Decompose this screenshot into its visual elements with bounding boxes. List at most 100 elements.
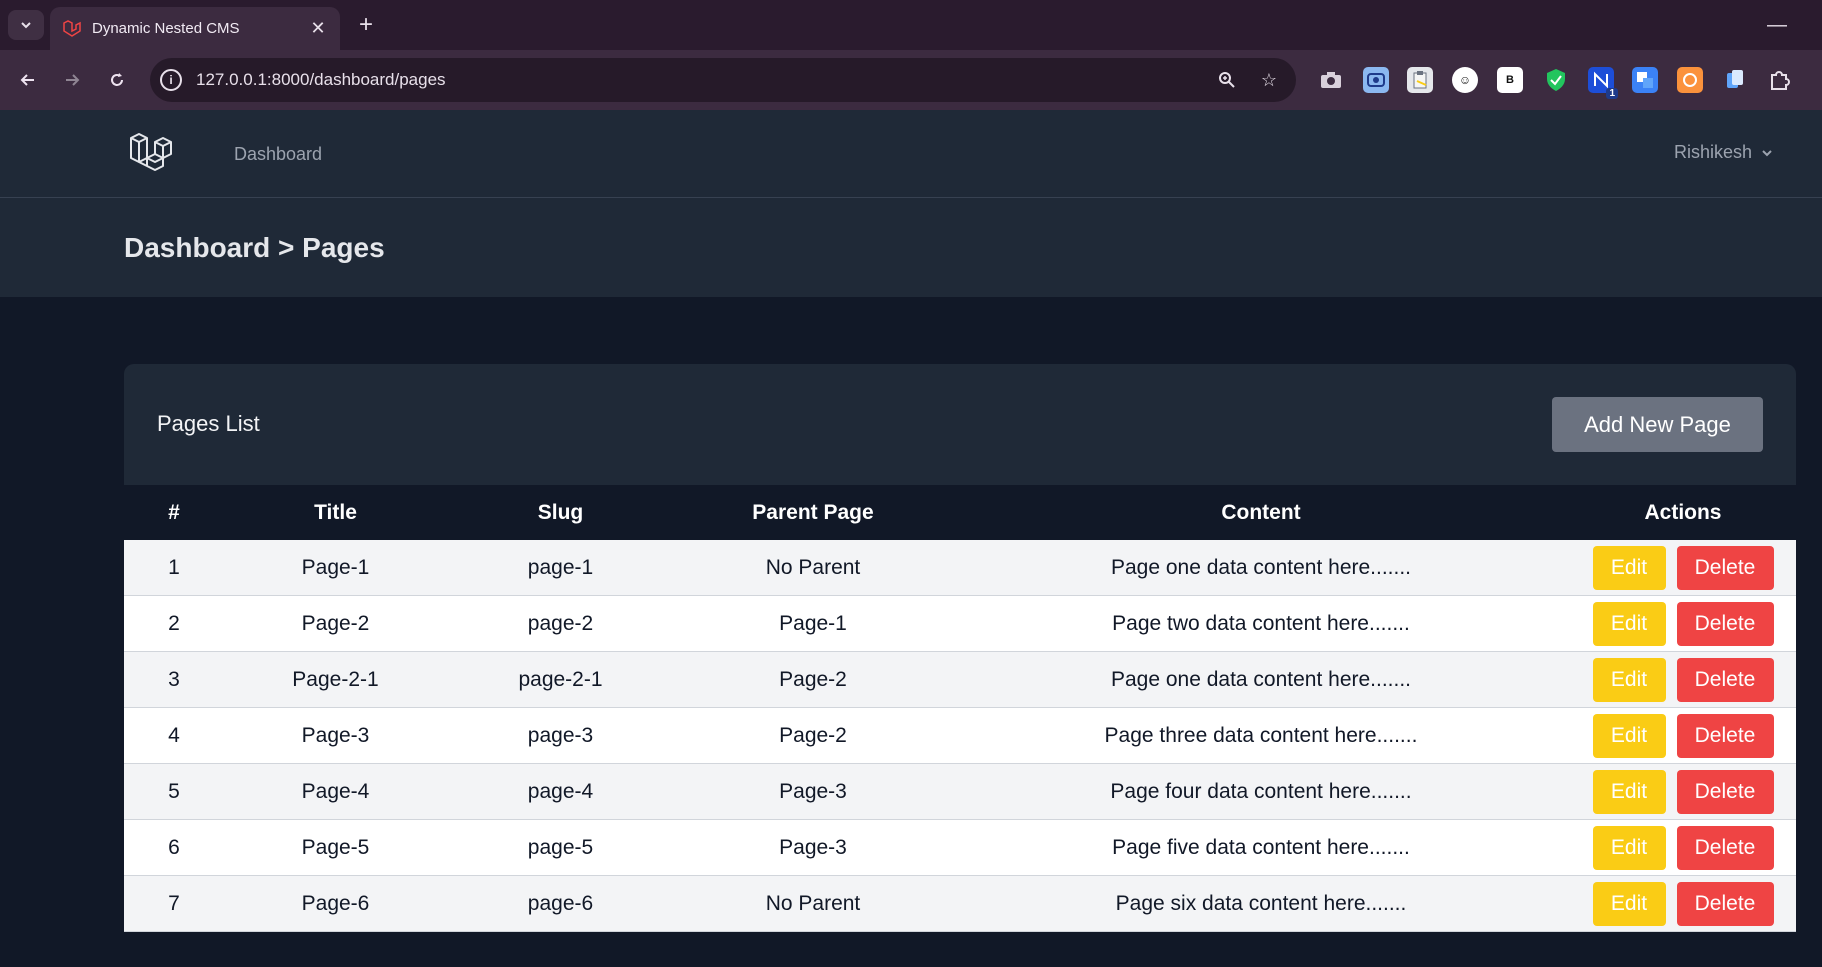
breadcrumb: Dashboard > Pages bbox=[124, 232, 385, 263]
chevron-down-icon bbox=[1762, 149, 1772, 156]
laravel-favicon-icon bbox=[63, 19, 81, 37]
table-body: 1 Page-1 page-1 No Parent Page one data … bbox=[124, 540, 1796, 932]
cell-slug: page-3 bbox=[527, 723, 594, 747]
close-icon[interactable]: ✕ bbox=[306, 17, 330, 41]
cell-id: 1 bbox=[168, 555, 180, 579]
delete-button[interactable]: Delete bbox=[1676, 713, 1774, 758]
cell-slug: page-2 bbox=[527, 611, 594, 635]
cell-id: 3 bbox=[168, 667, 180, 691]
cell-slug: page-6 bbox=[527, 891, 594, 915]
cell-parent: No Parent bbox=[765, 891, 861, 915]
shield-icon[interactable] bbox=[1543, 67, 1569, 93]
tab-list-button[interactable] bbox=[8, 10, 44, 40]
minimize-icon[interactable]: — bbox=[1762, 10, 1792, 40]
puzzle-icon[interactable] bbox=[1766, 67, 1792, 93]
cell-actions: Edit Delete bbox=[1570, 881, 1796, 926]
edit-button[interactable]: Edit bbox=[1592, 657, 1666, 702]
cell-title: Page-3 bbox=[301, 723, 370, 747]
reload-icon[interactable] bbox=[101, 64, 133, 96]
edit-button[interactable]: Edit bbox=[1592, 601, 1666, 646]
cell-slug: page-4 bbox=[527, 779, 594, 803]
column-header-parent: Parent Page bbox=[752, 500, 874, 524]
copy-icon[interactable] bbox=[1722, 67, 1748, 93]
cell-id: 7 bbox=[168, 891, 180, 915]
nav-link-dashboard[interactable]: Dashboard bbox=[234, 144, 322, 165]
cell-content: Page six data content here....... bbox=[1115, 891, 1407, 915]
edit-button[interactable]: Edit bbox=[1592, 545, 1666, 590]
zoom-icon[interactable] bbox=[1212, 65, 1242, 95]
forward-icon[interactable] bbox=[56, 64, 88, 96]
table-row: 5 Page-4 page-4 Page-3 Page four data co… bbox=[124, 764, 1796, 820]
cell-id: 4 bbox=[168, 723, 180, 747]
cell-content: Page three data content here....... bbox=[1104, 723, 1418, 747]
edit-button[interactable]: Edit bbox=[1592, 881, 1666, 926]
browser-tab-bar: Dynamic Nested CMS ✕ + — bbox=[0, 0, 1822, 50]
cell-slug: page-1 bbox=[527, 555, 594, 579]
edit-button[interactable]: Edit bbox=[1592, 769, 1666, 814]
cell-actions: Edit Delete bbox=[1570, 657, 1796, 702]
add-new-page-button[interactable]: Add New Page bbox=[1552, 397, 1763, 452]
screen-capture-icon[interactable] bbox=[1363, 67, 1389, 93]
column-header-slug: Slug bbox=[537, 500, 584, 524]
translate-icon[interactable] bbox=[1632, 67, 1658, 93]
edit-button[interactable]: Edit bbox=[1592, 713, 1666, 758]
cell-title: Page-6 bbox=[301, 891, 370, 915]
cell-title: Page-2 bbox=[301, 611, 370, 635]
table-row: 1 Page-1 page-1 No Parent Page one data … bbox=[124, 540, 1796, 596]
cell-title: Page-2-1 bbox=[292, 667, 379, 691]
clipboard-icon[interactable] bbox=[1407, 67, 1433, 93]
site-info-icon[interactable]: i bbox=[160, 69, 182, 91]
url-text[interactable]: 127.0.0.1:8000/dashboard/pages bbox=[196, 70, 1212, 90]
cell-parent: Page-3 bbox=[779, 779, 847, 803]
pages-table: # Title Slug Parent Page Content Actions… bbox=[124, 485, 1796, 932]
table-row: 6 Page-5 page-5 Page-3 Page five data co… bbox=[124, 820, 1796, 876]
pages-card-header: Pages List Add New Page bbox=[124, 364, 1796, 485]
chevron-down-icon bbox=[21, 22, 31, 29]
bookmark-star-icon[interactable]: ☆ bbox=[1254, 65, 1284, 95]
column-header-title: Title bbox=[314, 500, 357, 524]
cell-actions: Edit Delete bbox=[1570, 601, 1796, 646]
delete-button[interactable]: Delete bbox=[1676, 657, 1774, 702]
face-icon[interactable]: ☺ bbox=[1452, 67, 1478, 93]
b-ext-icon[interactable]: B bbox=[1497, 67, 1523, 93]
new-tab-button[interactable]: + bbox=[352, 10, 380, 40]
cell-id: 6 bbox=[168, 835, 180, 859]
cell-title: Page-1 bbox=[301, 555, 370, 579]
user-menu[interactable]: Rishikesh bbox=[1674, 142, 1774, 163]
delete-button[interactable]: Delete bbox=[1676, 881, 1774, 926]
cell-content: Page five data content here....... bbox=[1112, 835, 1410, 859]
camera-icon[interactable] bbox=[1318, 67, 1344, 93]
orange-ext-icon[interactable] bbox=[1677, 67, 1703, 93]
app-navbar: Dashboard Rishikesh bbox=[0, 110, 1822, 198]
extension-badge: 1 bbox=[1606, 88, 1618, 99]
cell-actions: Edit Delete bbox=[1570, 769, 1796, 814]
delete-button[interactable]: Delete bbox=[1676, 601, 1774, 646]
edit-button[interactable]: Edit bbox=[1592, 825, 1666, 870]
cell-actions: Edit Delete bbox=[1570, 545, 1796, 590]
browser-tab[interactable]: Dynamic Nested CMS ✕ bbox=[50, 7, 340, 50]
laravel-logo-icon[interactable] bbox=[128, 130, 174, 176]
cell-content: Page four data content here....... bbox=[1110, 779, 1412, 803]
column-header-actions: Actions bbox=[1644, 500, 1722, 524]
column-header-content: Content bbox=[1221, 500, 1301, 524]
cell-actions: Edit Delete bbox=[1570, 825, 1796, 870]
table-header: # Title Slug Parent Page Content Actions bbox=[124, 485, 1796, 540]
cell-slug: page-2-1 bbox=[518, 667, 603, 691]
column-header-id: # bbox=[168, 500, 180, 524]
table-row: 3 Page-2-1 page-2-1 Page-2 Page one data… bbox=[124, 652, 1796, 708]
cell-content: Page one data content here....... bbox=[1110, 667, 1412, 691]
delete-button[interactable]: Delete bbox=[1676, 769, 1774, 814]
page-header: Dashboard > Pages bbox=[0, 198, 1822, 297]
cell-slug: page-5 bbox=[527, 835, 594, 859]
back-icon[interactable] bbox=[12, 64, 44, 96]
address-bar[interactable]: i 127.0.0.1:8000/dashboard/pages ☆ bbox=[150, 58, 1296, 102]
user-name[interactable]: Rishikesh bbox=[1674, 142, 1752, 163]
delete-button[interactable]: Delete bbox=[1676, 545, 1774, 590]
cell-title: Page-4 bbox=[301, 779, 370, 803]
n-ext-icon[interactable]: 1 bbox=[1588, 67, 1618, 99]
table-row: 4 Page-3 page-3 Page-2 Page three data c… bbox=[124, 708, 1796, 764]
cell-parent: Page-1 bbox=[779, 611, 847, 635]
cell-parent: Page-2 bbox=[779, 723, 847, 747]
cell-id: 5 bbox=[168, 779, 180, 803]
delete-button[interactable]: Delete bbox=[1676, 825, 1774, 870]
